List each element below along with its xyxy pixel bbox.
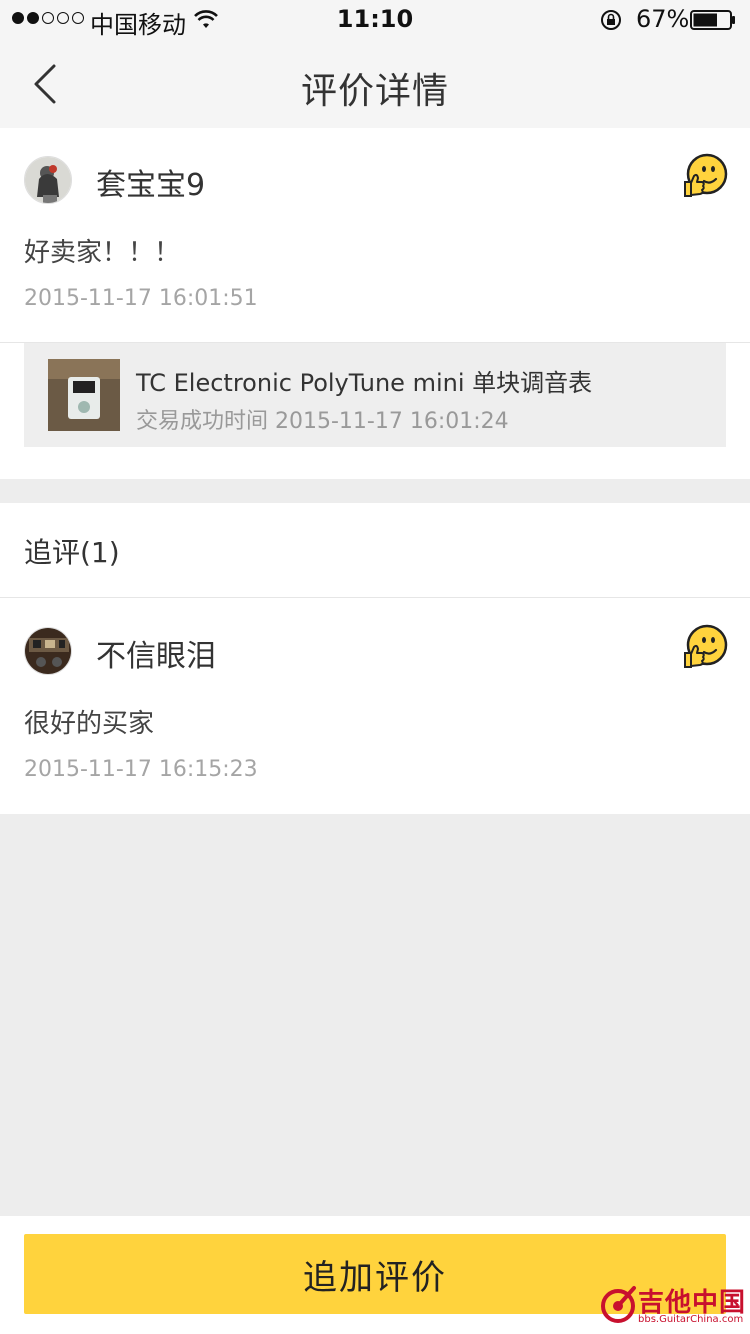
battery-percent: 67% — [636, 5, 690, 33]
reviewer-name: 不信眼泪 — [96, 639, 216, 674]
product-name: TC Electronic PolyTune mini 单块调音表 — [136, 369, 593, 397]
status-bar: 中国移动 11:10 67% — [0, 0, 750, 40]
review-time: 2015-11-17 16:15:23 — [24, 757, 258, 782]
review-text: 好卖家！！！ — [24, 238, 181, 268]
reviewer-name: 套宝宝9 — [96, 168, 206, 203]
order-item[interactable]: TC Electronic PolyTune mini 单块调音表 交易成功时间… — [24, 343, 726, 447]
review-time: 2015-11-17 16:01:51 — [24, 286, 258, 311]
page-title: 评价详情 — [300, 71, 449, 112]
navigation-bar: 评价详情 — [0, 40, 750, 128]
product-thumbnail — [48, 359, 120, 431]
review-text: 很好的买家 — [24, 709, 155, 739]
rotation-lock-icon — [601, 10, 621, 30]
avatar[interactable] — [24, 627, 72, 675]
guitar-logo-icon — [601, 1286, 636, 1323]
watermark-logo: 吉他中国 bbs.GuitarChina.com — [598, 1282, 746, 1330]
followup-section: 追评(1) 不信眼泪 很好的买家 2015-11-17 16:15:23 — [0, 503, 750, 814]
watermark-subtext: bbs.GuitarChina.com — [638, 1314, 744, 1325]
followup-header: 追评(1) — [24, 536, 120, 569]
thumbs-up-face-icon[interactable] — [682, 152, 728, 198]
avatar[interactable] — [24, 156, 72, 204]
review-card: 套宝宝9 好卖家！！！ 2015-11-17 16:01:51 TC Elect… — [0, 128, 750, 479]
battery-icon — [690, 10, 735, 30]
order-time: 交易成功时间 2015-11-17 16:01:24 — [136, 409, 509, 434]
thumbs-up-face-icon[interactable] — [682, 623, 728, 669]
divider — [0, 597, 750, 598]
